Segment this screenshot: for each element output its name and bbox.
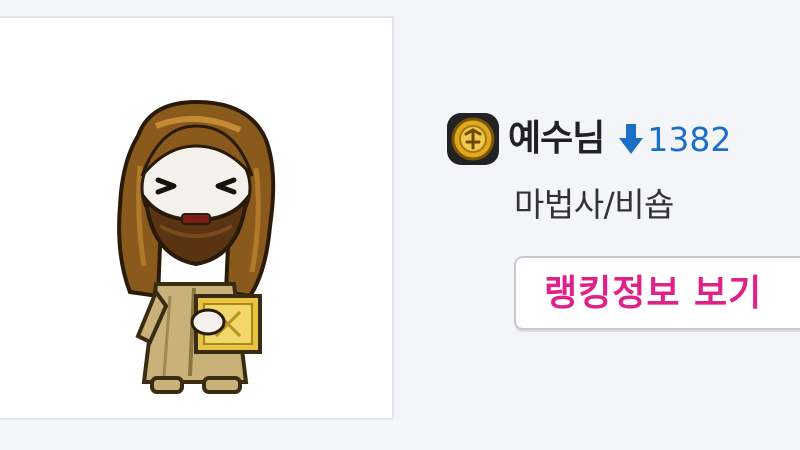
character-profile-panel: 예수님 1382 마법사/비숍 랭킹정보 보기 — [0, 0, 800, 450]
character-info: 예수님 1382 마법사/비숍 랭킹정보 보기 — [446, 106, 800, 346]
name-row: 예수님 1382 — [446, 110, 731, 168]
rank-change-value: 1382 — [647, 119, 732, 159]
character-name: 예수님 — [508, 118, 605, 159]
character-avatar-image — [117, 99, 276, 394]
gold-coin-world-icon — [447, 113, 499, 165]
view-ranking-info-button[interactable]: 랭킹정보 보기 — [514, 256, 800, 330]
view-ranking-info-label: 랭킹정보 보기 — [544, 273, 763, 314]
rank-down-arrow-icon — [619, 124, 644, 154]
rank-change: 1382 — [618, 122, 731, 156]
character-avatar-card — [0, 16, 394, 420]
character-job: 마법사/비숍 — [514, 185, 674, 224]
